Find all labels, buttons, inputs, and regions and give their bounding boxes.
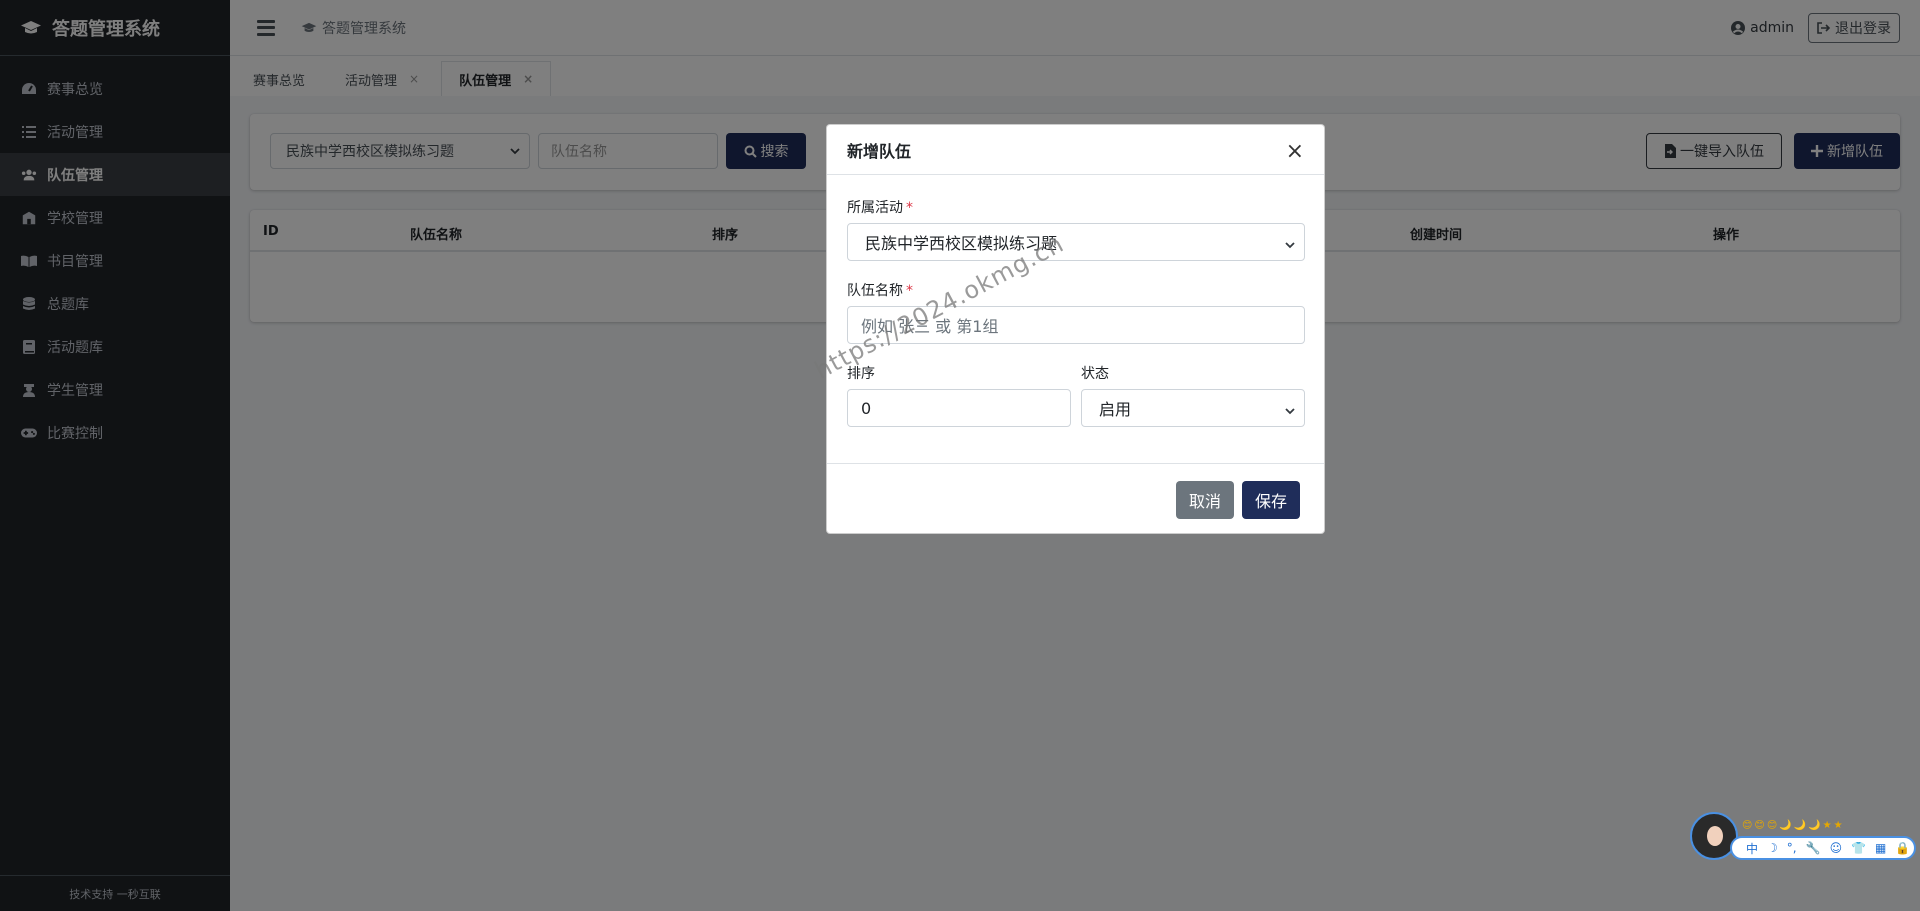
ime-toolbar[interactable]: 😊😊😊🌙🌙🌙★★ 中 ☽ °, 🔧 ☺ 👕 ▦ 🔒 — [1690, 812, 1916, 864]
status-field-label: 状态 — [1081, 366, 1109, 382]
ime-emoji-strip: 😊😊😊🌙🌙🌙★★ — [1742, 820, 1845, 831]
ime-shirt-icon[interactable]: 👕 — [1851, 841, 1866, 855]
modal-body: 所属活动 * 民族中学西校区模拟练习题 队伍名称 * 例如 张三 或 第1组 排序 … — [827, 175, 1324, 463]
ime-grid-icon[interactable]: ▦ — [1875, 841, 1886, 855]
activity-field-label: 所属活动 * — [847, 200, 913, 216]
team-name-input[interactable]: 例如 张三 或 第1组 — [847, 306, 1305, 344]
required-mark: * — [906, 200, 913, 216]
modal-footer: 取消 保存 — [827, 463, 1324, 533]
sort-input[interactable]: 0 — [847, 389, 1071, 427]
status-select[interactable]: 启用 — [1081, 389, 1305, 427]
ime-bar[interactable]: 中 ☽ °, 🔧 ☺ 👕 ▦ 🔒 — [1730, 836, 1916, 860]
status-select-value: 启用 — [1099, 400, 1132, 419]
ime-punctuation-icon[interactable]: °, — [1787, 841, 1797, 855]
cancel-button[interactable]: 取消 — [1176, 481, 1234, 519]
ime-lock-icon[interactable]: 🔒 — [1895, 841, 1910, 855]
modal-header: 新增队伍 × — [827, 125, 1324, 175]
ime-chinese-mode-icon[interactable]: 中 — [1746, 840, 1758, 857]
chevron-down-icon — [1284, 236, 1296, 255]
ime-moon-icon[interactable]: ☽ — [1767, 841, 1778, 855]
sort-field-label: 排序 — [847, 366, 875, 382]
add-team-modal: 新增队伍 × 所属活动 * 民族中学西校区模拟练习题 队伍名称 * 例如 张三 或 … — [826, 124, 1325, 534]
required-mark: * — [906, 283, 913, 299]
ime-wrench-icon[interactable]: 🔧 — [1806, 841, 1821, 855]
team-name-field-label: 队伍名称 * — [847, 283, 913, 299]
ime-smiley-icon[interactable]: ☺ — [1830, 841, 1843, 855]
save-button[interactable]: 保存 — [1242, 481, 1300, 519]
activity-select[interactable]: 民族中学西校区模拟练习题 — [847, 223, 1305, 261]
close-icon[interactable]: × — [1286, 140, 1304, 163]
modal-title: 新增队伍 — [847, 141, 912, 161]
chevron-down-icon — [1284, 402, 1296, 421]
activity-select-value: 民族中学西校区模拟练习题 — [865, 234, 1058, 253]
